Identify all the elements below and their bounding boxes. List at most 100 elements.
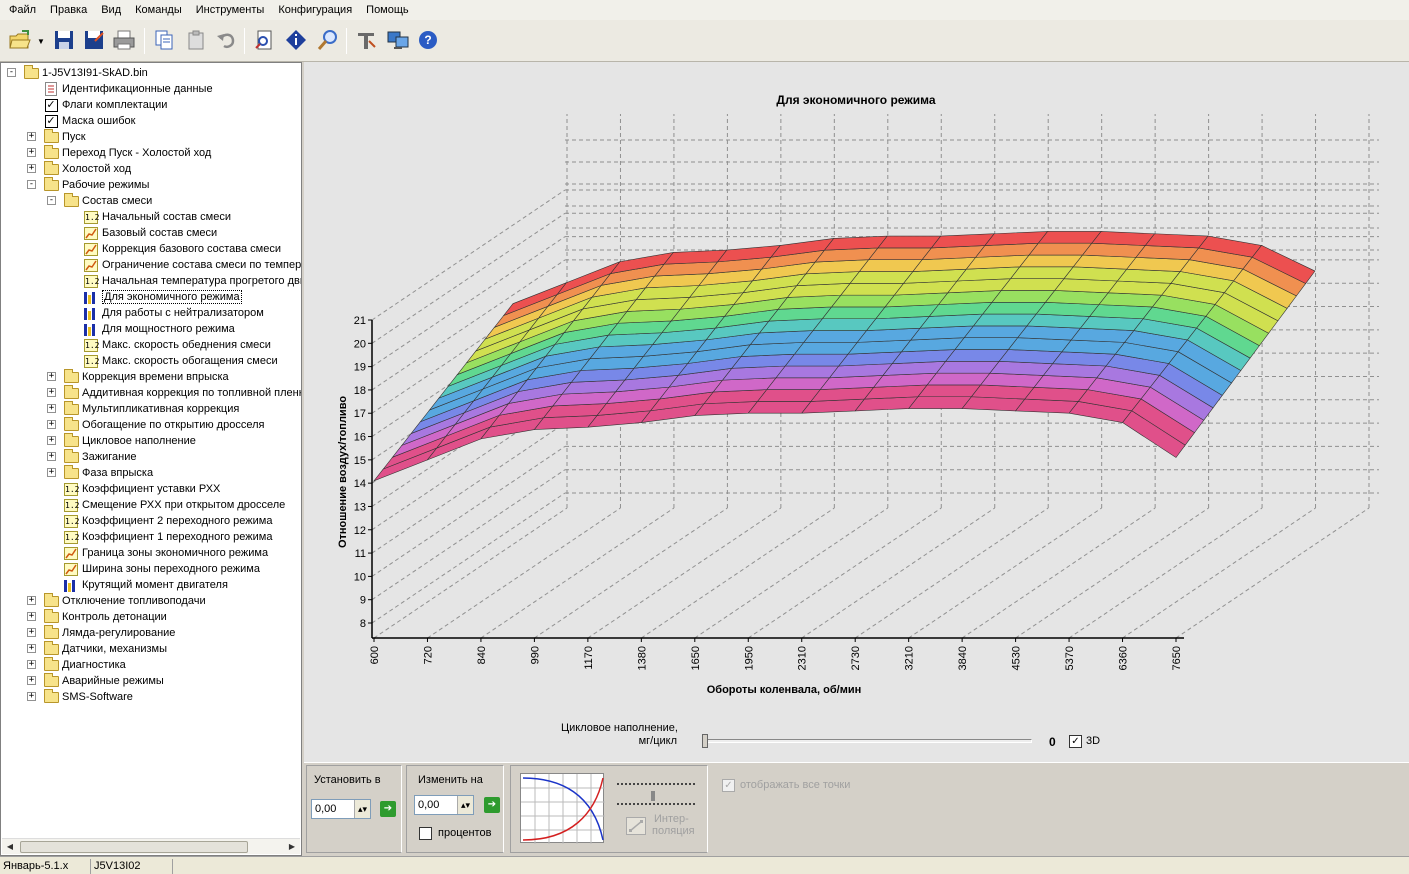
tree-item[interactable]: + Отключение топливоподачи [27,592,206,609]
tree-item[interactable]: - Рабочие режимы [27,176,149,193]
tree-item[interactable]: + Аварийные режимы [27,672,164,689]
tree-item[interactable]: 1.2 Коэффициент 2 переходного режима [63,513,272,529]
undo-button[interactable] [212,26,240,54]
copy-button[interactable] [150,26,178,54]
tree-item[interactable]: - Состав смеси [47,192,152,209]
tree-horizontal-scrollbar[interactable]: ◀ ▶ [2,838,300,854]
open-button[interactable] [6,26,34,54]
tree-item[interactable]: + Фаза впрыска [47,464,153,481]
change-spin-icon[interactable]: ▴▾ [457,796,473,814]
save-as-button[interactable] [80,26,108,54]
interpolation-slider-bottom[interactable] [617,791,695,805]
tree-item[interactable]: ✓ Маска ошибок [43,113,135,129]
tree-item[interactable]: + Коррекция времени впрыска [47,368,229,385]
zoom-button[interactable] [314,26,342,54]
expand-icon[interactable]: + [47,436,56,445]
tree-item[interactable]: Базовый состав смеси [83,225,217,241]
tree-item[interactable]: + Датчики, механизмы [27,640,167,657]
tree-item[interactable]: Для работы с нейтрализатором [83,305,264,321]
tree-item[interactable]: ✓ Флаги комплектации [43,97,167,113]
tree-item[interactable]: Ширина зоны переходного режима [63,561,260,577]
tree-item[interactable]: Для мощностного режима [83,321,235,337]
expand-icon[interactable]: + [47,404,56,413]
expand-icon[interactable]: + [47,468,56,477]
tree-item[interactable]: Коррекция базового состава смеси [83,241,281,257]
tree-item[interactable]: Для экономичного режима [83,289,242,305]
show-all-points-checkbox[interactable]: ✓ [722,779,735,792]
tree-item[interactable]: + Обогащение по открытию дросселя [47,416,264,433]
tree-item[interactable]: Идентификационные данные [43,81,213,97]
save-button[interactable] [50,26,78,54]
expand-icon[interactable]: + [27,148,36,157]
tree-item[interactable]: + Цикловое наполнение [47,432,196,449]
cycle-fill-slider[interactable] [702,734,1032,748]
expand-icon[interactable]: + [27,644,36,653]
tree-item[interactable]: + Диагностика [27,656,126,673]
tree-item[interactable]: 1.2 Начальный состав смеси [83,209,231,225]
expand-icon[interactable]: + [47,372,56,381]
menu-help[interactable]: Помощь [359,0,416,20]
expand-icon[interactable]: + [27,132,36,141]
menu-tools[interactable]: Инструменты [189,0,272,20]
tree-item[interactable]: 1.2 Коэффициент 1 переходного режима [63,529,272,545]
collapse-icon[interactable]: - [27,180,36,189]
expand-icon[interactable]: + [47,452,56,461]
expand-icon[interactable]: + [47,388,56,397]
collapse-icon[interactable]: - [47,196,56,205]
tree-item[interactable]: + SMS-Software [27,688,133,705]
tree-item[interactable]: + Переход Пуск - Холостой ход [27,144,211,161]
open-dropdown-icon[interactable]: ▼ [37,38,45,46]
scroll-right-icon[interactable]: ▶ [284,839,300,855]
print-button[interactable] [110,26,138,54]
tree-item[interactable]: 1.2 Макс. скорость обеднения смеси [83,337,271,353]
tree-item[interactable]: + Контроль детонации [27,608,167,625]
expand-icon[interactable]: + [27,692,36,701]
set-value-input[interactable]: 0,00 ▴▾ [311,799,371,819]
tree-item[interactable]: 1.2Начальная температура прогретого двиг… [83,273,301,289]
expand-icon[interactable]: + [27,596,36,605]
info-button[interactable] [282,26,310,54]
tree-item[interactable]: Ограничение состава смеси по температуре [83,257,301,273]
tree-item[interactable]: + Лямда-регулирование [27,624,175,641]
expand-icon[interactable]: + [27,612,36,621]
apply-change-button[interactable]: ➔ [484,797,500,813]
menu-edit[interactable]: Правка [43,0,94,20]
interpolation-slider-top[interactable] [617,773,695,785]
menu-view[interactable]: Вид [94,0,128,20]
tree-item[interactable]: - 1-J5V13I91-SkAD.bin [7,64,148,81]
change-value-input[interactable]: 0,00 ▴▾ [414,795,474,815]
expand-icon[interactable]: + [27,660,36,669]
slider-thumb[interactable] [702,734,708,748]
tree-item[interactable]: Граница зоны экономичного режима [63,545,268,561]
percent-checkbox[interactable] [419,827,432,840]
tree-item[interactable]: 1.2 Макс. скорость обогащения смеси [83,353,278,369]
document-search-button[interactable] [250,26,278,54]
scroll-left-icon[interactable]: ◀ [2,839,18,855]
set-spin-icon[interactable]: ▴▾ [354,800,370,818]
apply-set-button[interactable]: ➔ [380,801,396,817]
slider-thumb[interactable] [651,791,655,801]
help-button[interactable]: ? [414,26,442,54]
expand-icon[interactable]: + [27,164,36,173]
tree-item[interactable]: + Мультипликативная коррекция [47,400,239,417]
tree-item[interactable]: + Аддитивная коррекция по топливной пленк… [47,384,301,401]
tree-item[interactable]: 1.2 Коэффициент уставки РХХ [63,481,220,497]
project-tree[interactable]: - 1-J5V13I91-SkAD.bin Идентификационные да… [0,62,302,856]
tools-button[interactable] [352,26,380,54]
expand-icon[interactable]: + [47,420,56,429]
expand-icon[interactable]: + [27,676,36,685]
network-button[interactable] [384,26,412,54]
interpolation-button[interactable] [626,817,646,835]
3d-checkbox[interactable]: ✓ [1069,735,1082,748]
tree-item[interactable]: 1.2 Смещение РХХ при открытом дросселе [63,497,285,513]
tree-item[interactable]: + Холостой ход [27,160,131,177]
tree-item[interactable]: + Пуск [27,128,86,145]
tree-item[interactable]: + Зажигание [47,448,137,465]
interpolation-curve-preview[interactable] [520,773,605,844]
paste-button[interactable] [182,26,210,54]
collapse-icon[interactable]: - [7,68,16,77]
surface-chart[interactable]: Для экономичного режима 8 9 10 11 12 13 14 15 16 1… [304,62,1409,762]
menu-file[interactable]: Файл [2,0,43,20]
expand-icon[interactable]: + [27,628,36,637]
scroll-thumb[interactable] [20,841,248,853]
